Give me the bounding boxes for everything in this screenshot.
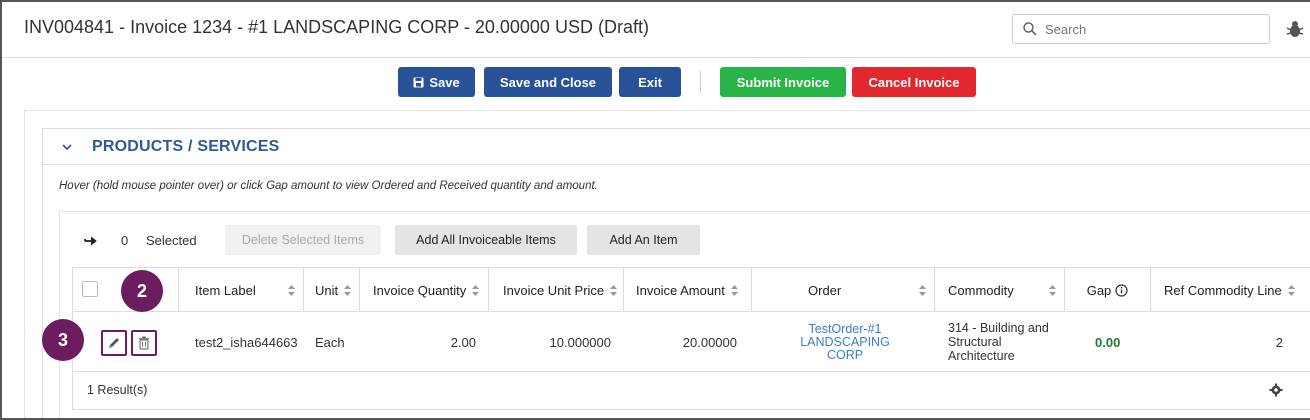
arrow-right-icon bbox=[84, 236, 97, 246]
products-services-section: PRODUCTS / SERVICES Hover (hold mouse po… bbox=[42, 128, 1310, 418]
add-an-item-button[interactable]: Add An Item bbox=[587, 225, 700, 255]
item-label-cell: test2_isha644663 bbox=[195, 334, 298, 350]
column-unit[interactable]: Unit bbox=[304, 268, 360, 312]
gap-hint-text: Hover (hold mouse pointer over) or click… bbox=[59, 180, 598, 192]
delete-item-button[interactable] bbox=[131, 330, 157, 356]
search-input[interactable] bbox=[1043, 18, 1263, 40]
sort-icon bbox=[472, 284, 480, 296]
step-callout-3: 3 bbox=[42, 319, 84, 361]
order-link[interactable]: TestOrder-#1 LANDSCAPING CORP bbox=[791, 322, 899, 362]
selected-label: Selected bbox=[146, 233, 197, 248]
column-item-label[interactable]: Item Label bbox=[179, 268, 304, 312]
column-invoice-amount[interactable]: Invoice Amount bbox=[624, 268, 752, 312]
sort-icon bbox=[1287, 284, 1295, 296]
pencil-icon bbox=[109, 338, 119, 348]
info-icon[interactable] bbox=[1115, 283, 1128, 297]
ref-commodity-line-cell: 2 bbox=[1275, 334, 1283, 350]
bug-icon[interactable] bbox=[1284, 18, 1306, 40]
application-window: INV004841 - Invoice 1234 - #1 LANDSCAPIN… bbox=[0, 0, 1310, 420]
sort-icon bbox=[1049, 284, 1056, 296]
action-toolbar: Save Save and Close Exit Submit Invoice … bbox=[2, 58, 1310, 108]
floppy-disk-icon bbox=[413, 77, 424, 87]
toolbar-divider bbox=[700, 71, 701, 93]
results-count: 1 Result(s) bbox=[87, 383, 148, 397]
table-row: test2_isha644663 Each 2.00 10.000000 20.… bbox=[73, 312, 1310, 372]
grid-toolbar: 0 Selected Delete Selected Items Add All… bbox=[60, 212, 1310, 267]
select-all-checkbox[interactable] bbox=[82, 281, 98, 297]
items-grid-panel: 0 Selected Delete Selected Items Add All… bbox=[59, 211, 1310, 418]
sort-icon bbox=[344, 284, 352, 296]
unit-cell: Each bbox=[315, 334, 345, 350]
column-order[interactable]: Order bbox=[752, 268, 935, 312]
trash-icon bbox=[139, 336, 149, 350]
column-ref-commodity-line[interactable]: Ref Commodity Line bbox=[1151, 268, 1310, 312]
search-icon bbox=[1023, 22, 1037, 36]
cancel-invoice-button[interactable]: Cancel Invoice bbox=[852, 67, 976, 97]
exit-button[interactable]: Exit bbox=[619, 67, 681, 97]
table-footer: 1 Result(s) bbox=[73, 372, 1310, 410]
page-header: INV004841 - Invoice 1234 - #1 LANDSCAPIN… bbox=[2, 2, 1310, 58]
column-commodity[interactable]: Commodity bbox=[935, 268, 1065, 312]
table-header: Item Label Unit Invoice Quantity Invoice… bbox=[73, 268, 1310, 312]
step-callout-2: 2 bbox=[121, 270, 163, 312]
sort-icon bbox=[288, 284, 295, 296]
page-title: INV004841 - Invoice 1234 - #1 LANDSCAPIN… bbox=[24, 17, 649, 37]
chevron-down-icon[interactable] bbox=[61, 142, 73, 152]
column-gap[interactable]: Gap bbox=[1065, 268, 1151, 312]
save-button-label: Save bbox=[429, 74, 460, 90]
search-box[interactable] bbox=[1012, 14, 1270, 44]
gear-icon[interactable] bbox=[1269, 383, 1283, 397]
gap-amount[interactable]: 0.00 bbox=[1095, 335, 1120, 350]
invoice-quantity-cell: 2.00 bbox=[450, 334, 476, 350]
sort-icon bbox=[610, 284, 618, 296]
commodity-cell: 314 - Building and Structural Architectu… bbox=[948, 321, 1049, 363]
gap-cell: 0.00 bbox=[1095, 312, 1120, 372]
save-button[interactable]: Save bbox=[398, 67, 475, 97]
submit-invoice-button[interactable]: Submit Invoice bbox=[720, 67, 846, 97]
add-all-invoiceable-items-button[interactable]: Add All Invoiceable Items bbox=[395, 225, 577, 255]
items-table: Item Label Unit Invoice Quantity Invoice… bbox=[72, 267, 1310, 410]
column-invoice-quantity[interactable]: Invoice Quantity bbox=[360, 268, 489, 312]
section-title: PRODUCTS / SERVICES bbox=[92, 138, 280, 155]
sort-icon bbox=[919, 284, 926, 296]
section-header[interactable]: PRODUCTS / SERVICES bbox=[43, 129, 1310, 165]
invoice-unit-price-cell: 10.000000 bbox=[549, 334, 611, 350]
order-cell: TestOrder-#1 LANDSCAPING CORP bbox=[791, 312, 899, 372]
delete-selected-items-button: Delete Selected Items bbox=[225, 225, 381, 255]
save-and-close-button[interactable]: Save and Close bbox=[484, 67, 612, 97]
sort-icon bbox=[730, 284, 738, 296]
invoice-amount-cell: 20.00000 bbox=[682, 334, 737, 350]
edit-item-button[interactable] bbox=[101, 330, 127, 356]
column-invoice-unit-price[interactable]: Invoice Unit Price bbox=[489, 268, 624, 312]
selected-count: 0 bbox=[121, 233, 129, 248]
